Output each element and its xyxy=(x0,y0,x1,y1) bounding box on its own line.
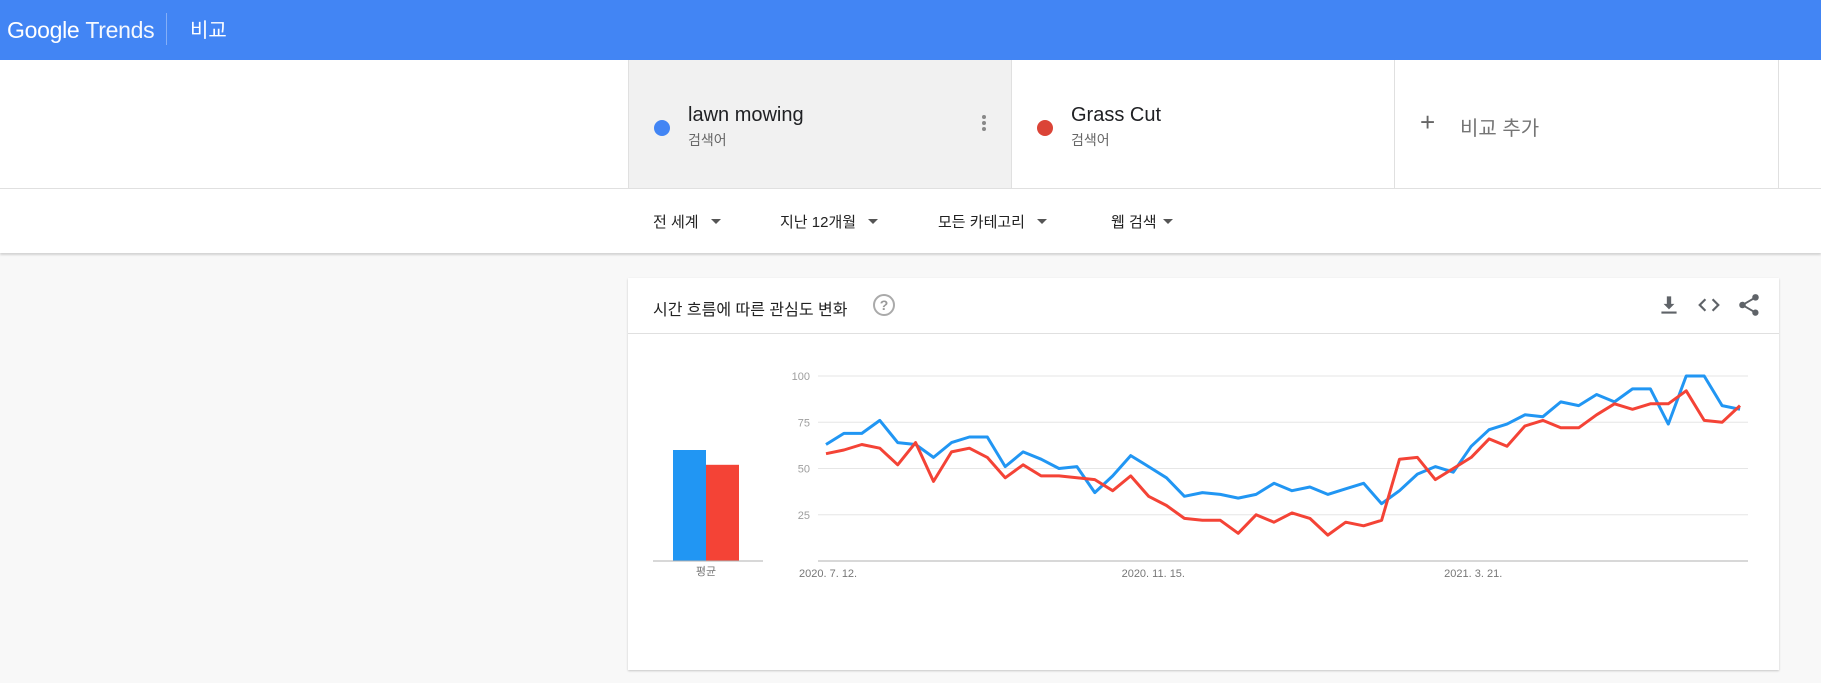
series-line xyxy=(825,389,1742,537)
filter-bar: 전 세계 지난 12개월 모든 카테고리 웹 검색 xyxy=(0,188,1821,253)
chart-series xyxy=(825,374,1742,537)
term-card-grass-cut[interactable]: Grass Cut 검색어 xyxy=(1012,60,1395,188)
caret-down-icon xyxy=(1162,219,1173,224)
google-trends-logo[interactable]: Google Trends xyxy=(7,14,155,46)
y-tick-label: 100 xyxy=(792,371,810,383)
top-app-bar: Google Trends 비교 xyxy=(0,0,1821,60)
y-tick-label: 50 xyxy=(798,464,810,476)
search-type-label: 웹 검색 xyxy=(1111,214,1157,231)
period-label: 지난 12개월 xyxy=(780,214,857,231)
page-title: 비교 xyxy=(190,20,227,42)
term-card-lawn-mowing[interactable]: lawn mowing 검색어 xyxy=(628,60,1012,188)
embed-icon[interactable] xyxy=(1696,292,1722,318)
more-vert-icon[interactable] xyxy=(982,115,986,135)
share-icon[interactable] xyxy=(1736,292,1762,318)
x-tick-label: 2021. 3. 21. xyxy=(1444,568,1502,580)
add-comparison-label: 비교 추가 xyxy=(1460,118,1540,140)
card-title: 시간 흐름에 따른 관심도 변화 xyxy=(653,302,848,319)
chart-grid xyxy=(818,375,1748,516)
average-bar xyxy=(673,450,706,561)
x-tick-label: 2020. 11. 15. xyxy=(1122,568,1185,580)
interest-over-time-card: 시간 흐름에 따른 관심도 변화 ? 25 50 75 100 2020. 7. 12… xyxy=(628,278,1779,670)
compare-terms-bar: lawn mowing 검색어 Grass Cut 검색어 + 비교 추가 xyxy=(0,60,1821,188)
y-tick-label: 25 xyxy=(798,510,810,522)
caret-down-icon xyxy=(710,219,721,224)
plus-icon: + xyxy=(1420,107,1436,137)
term-type: 검색어 xyxy=(1071,132,1110,148)
term-name[interactable]: lawn mowing xyxy=(688,104,804,127)
caret-down-icon xyxy=(868,219,879,224)
logo-google-text: Google xyxy=(7,16,80,43)
question-icon[interactable]: ? xyxy=(873,294,895,316)
logo-trends-text: Trends xyxy=(85,16,155,43)
term-name[interactable]: Grass Cut xyxy=(1071,104,1161,127)
category-label: 모든 카테고리 xyxy=(938,214,1025,231)
add-comparison-button[interactable]: + 비교 추가 xyxy=(1395,60,1779,188)
average-bars xyxy=(653,450,763,562)
y-axis-ticks: 25 50 75 100 xyxy=(792,371,810,522)
search-type-dropdown[interactable]: 웹 검색 xyxy=(1111,211,1173,232)
caret-down-icon xyxy=(1036,219,1047,224)
category-dropdown[interactable]: 모든 카테고리 xyxy=(938,211,1047,232)
download-icon[interactable] xyxy=(1656,292,1682,318)
x-tick-label: 2020. 7. 12. xyxy=(799,568,857,580)
x-axis-ticks: 2020. 7. 12. 2020. 11. 15. 2021. 3. 21. xyxy=(799,568,1502,580)
term-type: 검색어 xyxy=(688,132,727,148)
region-label: 전 세계 xyxy=(653,214,699,231)
card-header: 시간 흐름에 따른 관심도 변화 ? xyxy=(628,278,1779,334)
region-dropdown[interactable]: 전 세계 xyxy=(653,211,721,232)
period-dropdown[interactable]: 지난 12개월 xyxy=(780,211,879,232)
y-tick-label: 75 xyxy=(798,417,810,429)
series-line xyxy=(825,374,1741,506)
header-divider xyxy=(166,13,167,45)
average-label: 평균 xyxy=(696,565,716,578)
term-color-dot xyxy=(654,120,670,136)
term-color-dot xyxy=(1037,120,1053,136)
average-bar xyxy=(706,464,739,561)
interest-over-time-chart[interactable]: 25 50 75 100 2020. 7. 12. 2020. 11. 15. 2021.… xyxy=(628,334,1779,670)
